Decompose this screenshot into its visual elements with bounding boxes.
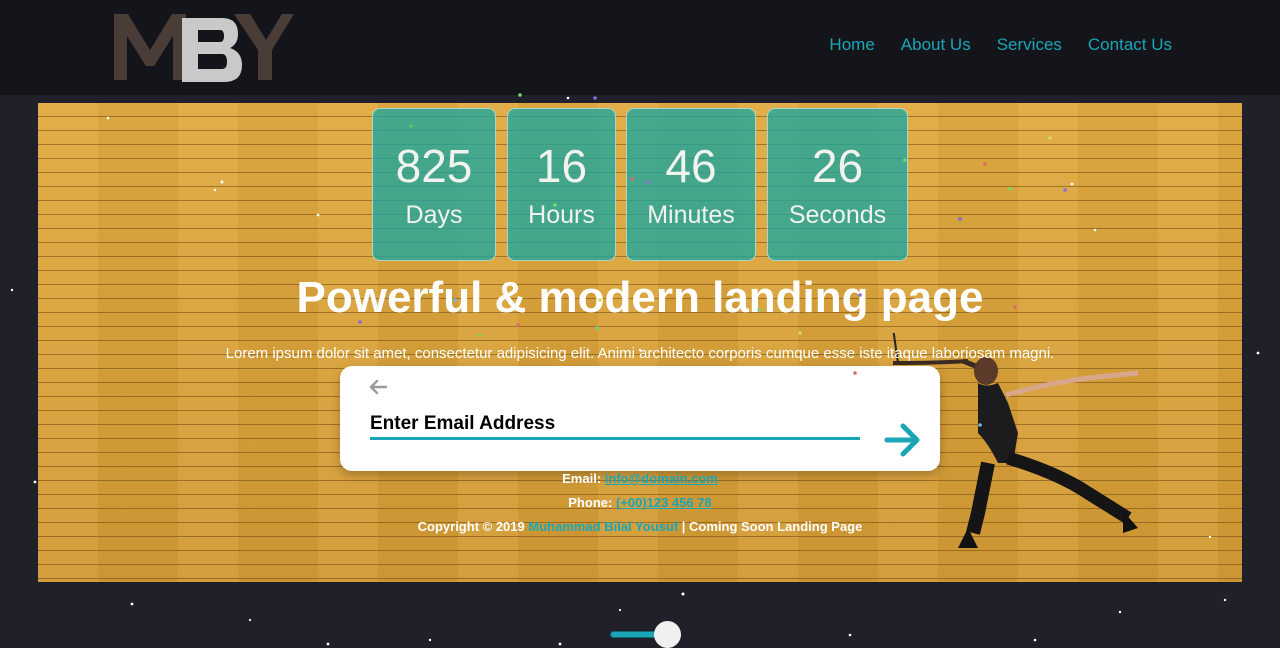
author-link[interactable]: Muhammad Bilal Yousuf	[528, 519, 678, 534]
nav-menu: Home About Us Services Contact Us	[829, 34, 1172, 56]
contact-phone-line: Phone: (+00)123 456 78	[38, 495, 1242, 511]
arrow-left-icon[interactable]	[368, 378, 388, 396]
copyright-line: Copyright © 2019 Muhammad Bilal Yousuf |…	[38, 519, 1242, 535]
hero-section: 825 Days 16 Hours 46 Minutes 26 Seconds …	[38, 103, 1242, 582]
nav-services-link[interactable]: Services	[997, 34, 1062, 56]
countdown-hours-label: Hours	[528, 201, 595, 229]
countdown-days-box: 825 Days	[372, 108, 496, 261]
hero-subtitle: Lorem ipsum dolor sit amet, consectetur …	[225, 345, 1055, 362]
nav-about-link[interactable]: About Us	[901, 34, 971, 56]
navbar: Home About Us Services Contact Us	[0, 0, 1280, 95]
arrow-right-icon[interactable]	[884, 422, 922, 458]
countdown-seconds-label: Seconds	[788, 201, 887, 229]
slider-thumb[interactable]	[654, 621, 681, 648]
countdown-seconds-value: 26	[811, 140, 864, 192]
nav-contact-link[interactable]: Contact Us	[1088, 34, 1172, 56]
hero-title: Powerful & modern landing page	[296, 273, 984, 322]
email-input[interactable]	[370, 410, 860, 440]
countdown-days-label: Days	[405, 201, 463, 229]
email-link[interactable]: info@domain.com	[605, 471, 718, 486]
countdown-hours-box: 16 Hours	[507, 108, 616, 261]
countdown-hours-value: 16	[535, 140, 588, 192]
email-label: Email:	[562, 471, 602, 486]
phone-label: Phone:	[568, 495, 613, 510]
countdown-seconds-box: 26 Seconds	[767, 108, 908, 261]
countdown-minutes-label: Minutes	[647, 201, 735, 229]
copyright-prefix: Copyright © 2019	[417, 519, 525, 534]
nav-home-link[interactable]: Home	[829, 34, 874, 56]
countdown-days-value: 825	[395, 140, 473, 192]
contact-email-line: Email: info@domain.com	[38, 471, 1242, 487]
phone-link[interactable]: (+00)123 456 78	[616, 495, 712, 510]
copyright-suffix: | Coming Soon Landing Page	[681, 519, 863, 534]
subscribe-form	[340, 366, 940, 471]
brand-logo[interactable]	[110, 8, 295, 84]
countdown-minutes-box: 46 Minutes	[626, 108, 756, 261]
countdown-minutes-value: 46	[665, 140, 717, 192]
